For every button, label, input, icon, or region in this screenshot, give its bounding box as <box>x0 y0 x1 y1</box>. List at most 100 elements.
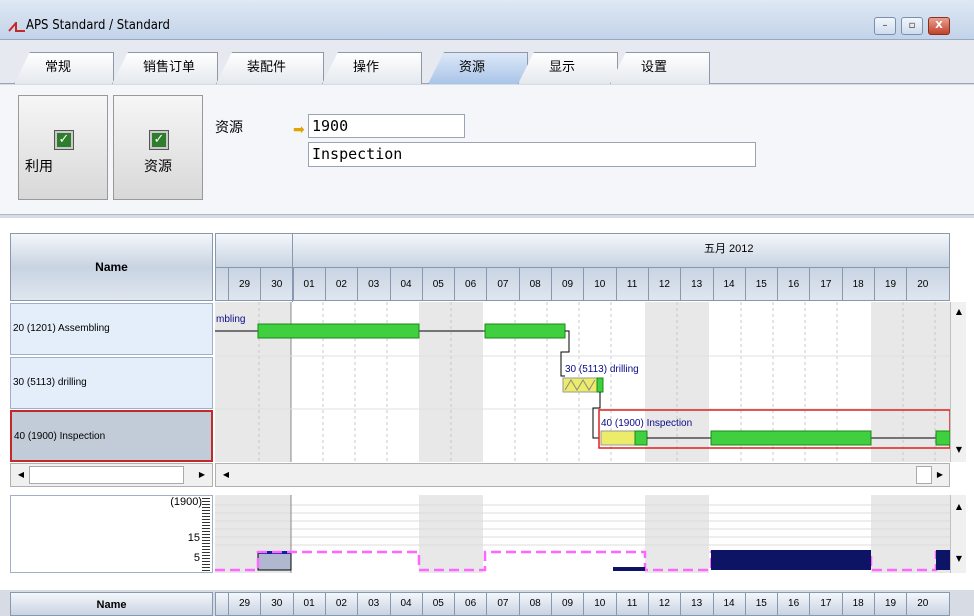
day-cell: 19 <box>874 268 906 301</box>
scroll-left-icon[interactable]: ◀ <box>218 467 234 483</box>
scroll-down-icon[interactable]: ▼ <box>951 442 967 458</box>
day-cell: 18 <box>841 268 874 301</box>
day-cell: 12 <box>647 268 680 301</box>
name-column-header[interactable]: Name <box>10 233 213 301</box>
scroll-right-icon[interactable]: ▶ <box>932 467 948 483</box>
maximize-button[interactable]: ▫ <box>901 17 923 35</box>
bottom-header-strip: Name 29 30 01 02 03 04 05 06 07 08 09 10 11 12 13 14 15 1… <box>0 590 974 616</box>
day-cell: 08 <box>518 593 551 615</box>
load-chart-axis: (1900) 15 5 <box>10 495 213 573</box>
tab-general[interactable]: 常规 <box>14 52 114 84</box>
day-cell: 04 <box>389 268 422 301</box>
drilling-bar[interactable] <box>596 377 604 393</box>
timeline-header: 五月 2012 29 30 01 02 03 04 05 06 07 08 09 10 11 12 13 14… <box>215 233 950 302</box>
day-cell: 14 <box>712 268 745 301</box>
name-horizontal-scrollbar[interactable]: ◀ ▶ <box>10 463 213 487</box>
day-cell: 16 <box>777 268 809 301</box>
day-cell: 14 <box>712 593 745 615</box>
scroll-down-icon[interactable]: ▼ <box>951 551 967 567</box>
day-cell: 13 <box>680 593 712 615</box>
day-cell: 13 <box>680 268 712 301</box>
day-cell: 29 <box>228 593 260 615</box>
inspection-bar-1[interactable] <box>634 430 648 446</box>
inspection-setup-bar[interactable] <box>600 430 636 446</box>
day-cell: 20 <box>906 268 938 301</box>
checkmark-icon: ✓ <box>149 130 169 150</box>
day-cell: 06 <box>454 268 486 301</box>
row-label-inspection[interactable]: 40 (1900) Inspection <box>10 410 213 462</box>
day-cell: 11 <box>615 593 648 615</box>
day-cell: 09 <box>551 593 583 615</box>
bottom-name-header[interactable]: Name <box>10 592 213 616</box>
resource-button[interactable]: ✓ 资源 <box>113 95 203 200</box>
load-gridlines <box>215 504 950 546</box>
load-chart-svg <box>215 495 950 573</box>
minimize-button[interactable]: – <box>874 17 896 35</box>
weekend-shade <box>645 495 709 573</box>
day-cell: 30 <box>260 268 292 301</box>
day-cell: 03 <box>357 268 389 301</box>
load-bar <box>711 550 871 570</box>
scroll-thumb[interactable] <box>29 466 184 484</box>
close-button[interactable]: X <box>928 17 950 35</box>
tab-operations[interactable]: 操作 <box>322 52 422 84</box>
name-header-label: Name <box>95 260 128 274</box>
scroll-up-icon[interactable]: ▲ <box>951 499 967 515</box>
tick-label-15: 15 <box>187 532 200 544</box>
day-cell: 29 <box>228 268 260 301</box>
row-label-assembling[interactable]: 20 (1201) Assembling <box>10 303 213 355</box>
window-title: APS Standard / Standard <box>26 18 170 33</box>
day-cell: 10 <box>583 268 615 301</box>
scroll-thumb[interactable] <box>916 466 932 484</box>
gantt-horizontal-scrollbar[interactable]: ◀ ▶ <box>215 463 950 487</box>
bar-label-drilling: 30 (5113) drilling <box>565 364 639 375</box>
assembling-bar-2[interactable] <box>484 323 566 339</box>
day-cell: 17 <box>809 593 841 615</box>
inspection-bar-3[interactable] <box>935 430 950 446</box>
day-cell: 30 <box>260 593 292 615</box>
scroll-left-icon[interactable]: ◀ <box>13 467 29 483</box>
day-cell: 02 <box>324 593 357 615</box>
scroll-up-icon[interactable]: ▲ <box>951 304 967 320</box>
tab-assemblies[interactable]: 装配件 <box>216 52 324 84</box>
day-cell: 01 <box>292 268 325 301</box>
load-bar <box>936 550 950 570</box>
scroll-right-icon[interactable]: ▶ <box>194 467 210 483</box>
inspection-bar-2[interactable] <box>710 430 872 446</box>
day-cell: 18 <box>841 593 874 615</box>
day-cell: 04 <box>389 593 422 615</box>
day-cell: 01 <box>292 593 325 615</box>
resource-id-field[interactable]: 1900 <box>308 114 465 138</box>
row-label-drilling[interactable]: 30 (5113) drilling <box>10 357 213 409</box>
day-cell: 10 <box>583 593 615 615</box>
tab-strip: 常规 销售订单 装配件 操作 资源 显示 设置 <box>0 40 974 84</box>
day-cell: 15 <box>744 268 777 301</box>
resource-name-field[interactable]: Inspection <box>308 142 756 167</box>
app-logo-icon <box>8 22 25 32</box>
gantt-body: mbling 30 (5113) drilling 40 (1900) Insp… <box>215 302 950 462</box>
day-cell: 08 <box>518 268 551 301</box>
day-cell: 03 <box>357 593 389 615</box>
assembling-bar-1[interactable] <box>257 323 420 339</box>
utilization-button[interactable]: ✓ 利用 <box>18 95 108 200</box>
tab-settings[interactable]: 设置 <box>610 52 710 84</box>
day-cell: 15 <box>744 593 777 615</box>
utilization-label: 利用 <box>25 159 53 175</box>
axis-ticks <box>202 498 210 572</box>
tab-display[interactable]: 显示 <box>518 52 618 84</box>
tab-resources[interactable]: 资源 <box>428 52 528 84</box>
title-bar: APS Standard / Standard – ▫ X <box>0 0 974 40</box>
day-cell: 11 <box>615 268 648 301</box>
checkmark-icon: ✓ <box>54 130 74 150</box>
day-cell: 16 <box>777 593 809 615</box>
load-bar <box>257 551 292 571</box>
resource-button-label: 资源 <box>144 159 172 175</box>
gantt-svg: mbling 30 (5113) drilling 40 (1900) Insp… <box>215 302 950 462</box>
load-axis-title: (1900) <box>170 496 202 508</box>
load-bar <box>613 567 645 571</box>
gantt-vertical-scrollbar[interactable]: ▲ ▼ <box>950 302 966 462</box>
month-label: 五月 2012 <box>704 243 754 255</box>
tab-sales-orders[interactable]: 销售订单 <box>112 52 218 84</box>
arrow-right-icon: ➡ <box>293 122 305 138</box>
load-vertical-scrollbar[interactable]: ▲ ▼ <box>950 495 966 573</box>
